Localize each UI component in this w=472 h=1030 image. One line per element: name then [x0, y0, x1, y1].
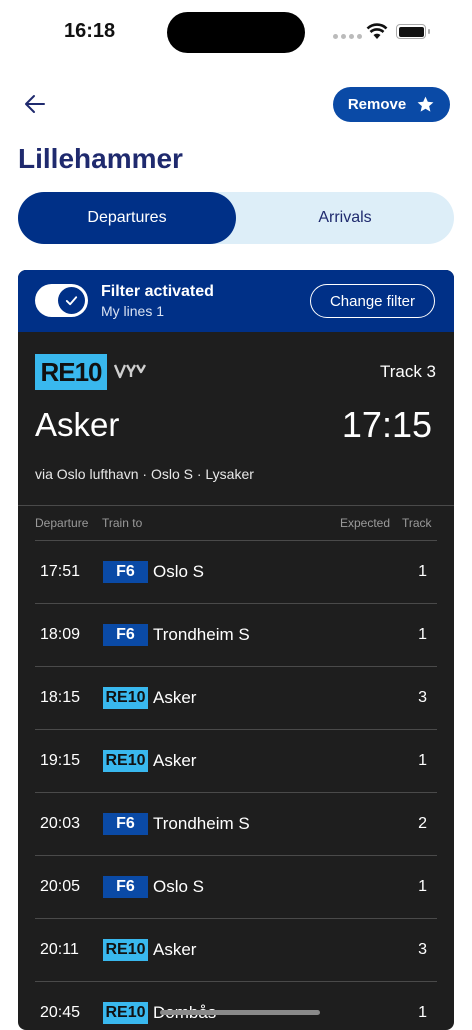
departure-time: 20:11: [40, 941, 79, 958]
departure-time: 20:45: [40, 1004, 81, 1021]
departure-destination: Asker: [153, 940, 197, 959]
next-track: Track 3: [379, 362, 436, 381]
departure-destination: Asker: [153, 688, 197, 707]
departures-list: 17:51 F6 Oslo S 1 18:09 F6 Trondheim S 1 18:15 RE…: [35, 540, 437, 1030]
status-bar: 16:18: [0, 0, 472, 62]
change-filter-button[interactable]: Change filter: [310, 284, 435, 318]
departure-time: 20:05: [40, 878, 81, 895]
next-departure-time: 17:15: [341, 404, 432, 445]
departure-destination: Oslo S: [153, 562, 205, 581]
tab-arrivals[interactable]: Arrivals: [236, 192, 454, 244]
column-header-track: Track: [402, 516, 432, 530]
departure-time: 19:15: [40, 752, 81, 769]
remove-button-label: Remove: [347, 96, 407, 113]
departure-destination: Trondheim S: [153, 814, 250, 833]
departure-row[interactable]: 20:11 RE10 Asker 3: [35, 918, 437, 981]
departure-row[interactable]: 18:09 F6 Trondheim S 1: [35, 603, 437, 666]
departure-time: 18:09: [40, 626, 81, 643]
line-badge: RE10: [103, 1002, 148, 1024]
filter-toggle[interactable]: [35, 284, 88, 317]
filter-bar: Filter activated My lines 1 Change filte…: [18, 270, 454, 332]
departure-time: 18:15: [40, 689, 81, 706]
divider: [18, 505, 454, 506]
star-icon: [417, 96, 434, 112]
departure-row[interactable]: 20:03 F6 Trondheim S 2: [35, 792, 437, 855]
departure-row[interactable]: 19:15 RE10 Asker 1: [35, 729, 437, 792]
status-time: 16:18: [64, 20, 116, 42]
filter-title: Filter activated: [101, 283, 214, 300]
wifi-icon: [366, 23, 388, 39]
line-badge: F6: [103, 624, 148, 646]
page-title: Lillehammer: [18, 143, 183, 174]
battery-icon: [396, 24, 426, 39]
departure-destination: Trondheim S: [153, 625, 250, 644]
vy-logo-icon: [114, 364, 146, 379]
cellular-signal-icon: [333, 34, 362, 39]
home-indicator: [160, 1010, 320, 1015]
departures-arrivals-switch: Departures Arrivals: [18, 192, 454, 244]
filter-subtitle: My lines 1: [101, 303, 165, 319]
next-destination: Asker: [35, 406, 120, 443]
departure-destination: Oslo S: [153, 877, 205, 896]
line-badge: F6: [103, 876, 148, 898]
departure-board: Filter activated My lines 1 Change filte…: [18, 270, 454, 1030]
back-arrow-icon[interactable]: [22, 91, 48, 117]
line-badge: F6: [103, 813, 148, 835]
dynamic-island: [167, 12, 305, 53]
departure-time: 20:03: [40, 815, 81, 832]
departure-track: 1: [418, 878, 427, 895]
departure-row[interactable]: 20:45RE10Dombås1: [35, 981, 437, 1030]
departure-time: 17:51: [40, 563, 81, 580]
column-header-expected: Expected: [340, 516, 391, 530]
column-header-train-to: Train to: [102, 516, 143, 530]
departure-track: 1: [418, 752, 427, 769]
departure-track: 3: [418, 941, 427, 958]
remove-favorite-button[interactable]: Remove: [333, 87, 450, 122]
next-line-badge: RE10: [35, 354, 107, 390]
departure-track: 1: [418, 563, 427, 580]
line-badge: RE10: [103, 687, 148, 709]
column-header-departure: Departure: [35, 516, 89, 530]
departure-track: 2: [418, 815, 427, 832]
departure-track: 3: [418, 689, 427, 706]
tab-departures[interactable]: Departures: [18, 192, 236, 244]
checkmark-icon: [65, 296, 78, 306]
departure-row[interactable]: 18:15 RE10 Asker 3: [35, 666, 437, 729]
line-badge: F6: [103, 561, 148, 583]
departure-destination: Asker: [153, 751, 197, 770]
line-badge: RE10: [103, 750, 148, 772]
departure-row[interactable]: 20:05 F6 Oslo S 1: [35, 855, 437, 918]
next-via-stops: via Oslo lufthavn · Oslo S · Lysaker: [35, 466, 254, 482]
departure-track: 1: [418, 1004, 427, 1021]
departure-row[interactable]: 17:51 F6 Oslo S 1: [35, 540, 437, 603]
departure-track: 1: [418, 626, 427, 643]
line-badge: RE10: [103, 939, 148, 961]
